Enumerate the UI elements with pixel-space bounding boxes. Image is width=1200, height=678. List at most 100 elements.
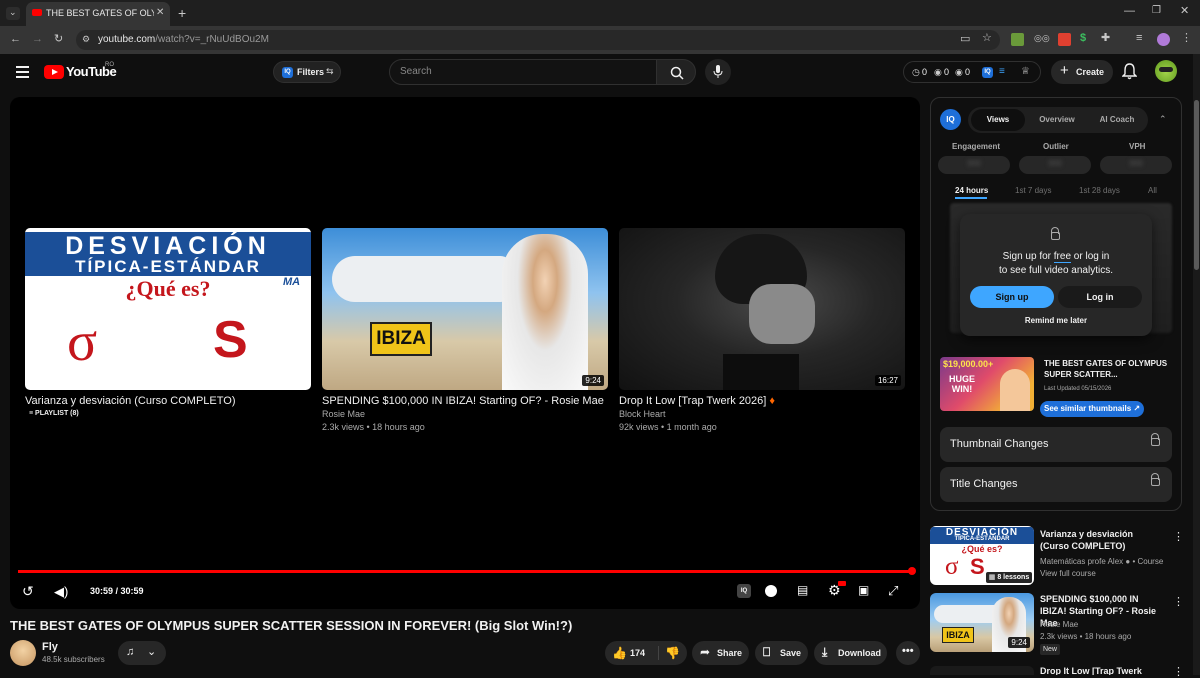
reload-icon[interactable]: ↻ — [54, 34, 63, 45]
like-count[interactable]: 174 — [630, 648, 645, 658]
search-input[interactable]: Search — [389, 59, 657, 85]
extension-badge-icon[interactable] — [1058, 33, 1071, 46]
rec-thumbnail-1[interactable]: DESVIACIÓN TÍPICA-ESTÁNDAR ¿Qué es? σ S … — [930, 526, 1034, 585]
rec-title-1[interactable]: Varianza y desviación (Curso COMPLETO) — [1040, 528, 1162, 552]
rec-title-3[interactable]: Drop It Low [Trap Twerk 2026] — [1040, 665, 1162, 675]
channel-name[interactable]: Fly — [42, 641, 58, 653]
cast-icon[interactable]: ▭ — [960, 34, 970, 45]
extensions-puzzle-icon[interactable]: ✚ — [1101, 33, 1110, 44]
trophy-icon[interactable]: ♕ — [1021, 66, 1030, 77]
subscription-bell-button[interactable]: ♫ ⌄ — [118, 641, 166, 665]
window-close-icon[interactable]: ✕ — [1180, 6, 1189, 17]
dollar-extension-icon[interactable]: $ — [1080, 33, 1086, 44]
back-icon[interactable]: ← — [10, 34, 21, 45]
replay-icon[interactable]: ↺ — [22, 584, 34, 598]
end-card-3[interactable]: 16:27 — [619, 228, 905, 390]
progress-bar[interactable] — [18, 570, 912, 573]
page-scrollbar-thumb[interactable] — [1194, 100, 1199, 270]
url-field[interactable]: ⚙ youtube.com/watch?v=_rNuUdBOu2M — [76, 30, 1000, 50]
reading-list-icon[interactable]: ≡ — [1136, 33, 1142, 44]
account-avatar[interactable] — [1155, 60, 1177, 82]
volume-icon[interactable]: ◀) — [54, 585, 68, 598]
current-video-thumbnail[interactable]: $19,000.00+ HUGE WIN! — [940, 357, 1034, 411]
rec-channel-1[interactable]: Matemáticas profe Alex ● • Course — [1040, 557, 1163, 566]
range-7-days[interactable]: 1st 7 days — [1015, 186, 1051, 195]
restore-icon[interactable]: ❐ — [1152, 6, 1161, 16]
end-card-1[interactable]: DESVIACIÓN TÍPICA-ESTÁNDAR ¿Qué es? σ S … — [25, 228, 311, 390]
rec-channel-2[interactable]: Rosie Mae — [1040, 620, 1078, 629]
search-button[interactable] — [656, 59, 696, 85]
voice-search-button[interactable] — [705, 59, 731, 85]
time-display: 30:59 / 30:59 — [90, 586, 144, 596]
site-info-icon[interactable]: ⚙ — [82, 35, 90, 44]
forward-icon[interactable]: → — [32, 34, 43, 45]
vidiq-icon[interactable]: IQ — [982, 67, 993, 78]
save-button[interactable]: ⎕ Save — [755, 641, 808, 665]
metric-label-outlier: Outlier — [1043, 142, 1069, 151]
download-button[interactable]: ⤓ Download — [814, 641, 887, 665]
profile-avatar[interactable] — [1157, 33, 1170, 46]
end-card-stats: 92k views • 1 month ago — [619, 422, 717, 432]
lock-icon — [1051, 227, 1060, 240]
vidiq-player-icon[interactable]: IQ — [737, 584, 751, 598]
end-card-2[interactable]: IBIZA 9:24 — [322, 228, 608, 390]
log-in-button[interactable]: Log in — [1058, 286, 1142, 308]
end-card-title[interactable]: Varianza y desviación (Curso COMPLETO) — [25, 395, 236, 407]
channel-avatar[interactable] — [10, 640, 36, 666]
end-card-thumbnail[interactable]: DESVIACIÓN TÍPICA-ESTÁNDAR ¿Qué es? σ S … — [25, 228, 311, 390]
range-24-hours[interactable]: 24 hours — [955, 186, 988, 195]
thumbs-up-icon[interactable]: 👍 — [612, 646, 627, 660]
more-vertical-icon[interactable]: ⋮ — [1173, 530, 1184, 543]
rec-meta-1[interactable]: View full course — [1040, 569, 1096, 578]
end-card-channel[interactable]: Rosie Mae — [322, 409, 365, 419]
tab-title: THE BEST GATES OF OLYMPUS — [46, 8, 154, 18]
filters-button[interactable]: IQ Filters ⇆ — [273, 61, 341, 83]
bookmark-star-icon[interactable]: ☆ — [982, 33, 992, 44]
browser-tab[interactable]: THE BEST GATES OF OLYMPUS ✕ — [26, 2, 170, 26]
title-changes-row[interactable]: Title Changes — [940, 467, 1172, 502]
range-all[interactable]: All — [1148, 186, 1157, 195]
tab-overview[interactable]: Overview — [1030, 109, 1084, 131]
more-vertical-icon[interactable]: ⋮ — [1173, 595, 1184, 608]
chevron-up-icon[interactable]: ⌃ — [1159, 114, 1167, 125]
close-icon[interactable]: ✕ — [156, 8, 164, 18]
share-button[interactable]: ➦ Share — [692, 641, 749, 665]
more-vertical-icon[interactable]: ⋮ — [1173, 665, 1184, 678]
tab-search-button[interactable]: ⌄ — [6, 7, 20, 20]
tab-views[interactable]: Views — [971, 109, 1025, 131]
thumbnail-changes-row[interactable]: Thumbnail Changes — [940, 427, 1172, 462]
minimize-icon[interactable]: — — [1124, 6, 1135, 17]
active-range-underline — [955, 197, 987, 199]
duration-badge: 9:24 — [1008, 637, 1030, 648]
more-actions-button[interactable]: ••• — [896, 641, 920, 665]
rec-thumbnail-2[interactable]: IBIZA 9:24 — [930, 593, 1034, 652]
sign-up-button[interactable]: Sign up — [970, 286, 1054, 308]
see-similar-thumbnails-button[interactable]: See similar thumbnails ↗ — [1040, 401, 1144, 417]
thumbs-down-icon[interactable]: 👎 — [665, 646, 680, 660]
fullscreen-icon[interactable]: ⤢ — [888, 584, 898, 597]
subtitles-icon[interactable]: ▤ — [797, 584, 808, 596]
end-card-title[interactable]: Drop It Low [Trap Twerk 2026] ♦ — [619, 395, 775, 407]
range-28-days[interactable]: 1st 28 days — [1079, 186, 1120, 195]
rec-thumbnail-3[interactable] — [930, 666, 1034, 675]
new-tab-icon[interactable]: + — [178, 6, 186, 20]
end-card-title[interactable]: SPENDING $100,000 IN IBIZA! Starting OF?… — [322, 395, 604, 407]
glasses-icon[interactable]: ◎◎ — [1034, 34, 1050, 43]
create-button[interactable]: + Create — [1051, 60, 1113, 84]
youtube-logo-icon[interactable] — [44, 65, 64, 79]
tab-ai-coach[interactable]: AI Coach — [1090, 109, 1144, 131]
progress-scrubber[interactable] — [908, 567, 916, 575]
last-updated: Last Updated 05/15/2026 — [1044, 386, 1112, 392]
more-menu-icon[interactable]: ⋮ — [1181, 33, 1192, 44]
remind-later-link[interactable]: Remind me later — [960, 316, 1152, 325]
extension-icon[interactable] — [1011, 33, 1024, 46]
pause-toggle-icon[interactable] — [765, 585, 777, 597]
miniplayer-icon[interactable]: ▣ — [858, 584, 869, 596]
end-card-channel[interactable]: Block Heart — [619, 409, 666, 419]
sunglasses-icon — [1159, 67, 1173, 72]
end-card-thumbnail[interactable]: IBIZA 9:24 — [322, 228, 608, 390]
notifications-bell-icon[interactable] — [1122, 63, 1137, 80]
list-icon[interactable]: ≡ — [999, 66, 1005, 77]
end-card-thumbnail[interactable]: 16:27 — [619, 228, 905, 390]
vidiq-stats-pill[interactable]: ◷ 0 ◉ 0 ◉ 0 IQ ≡ ♕ — [903, 61, 1041, 83]
